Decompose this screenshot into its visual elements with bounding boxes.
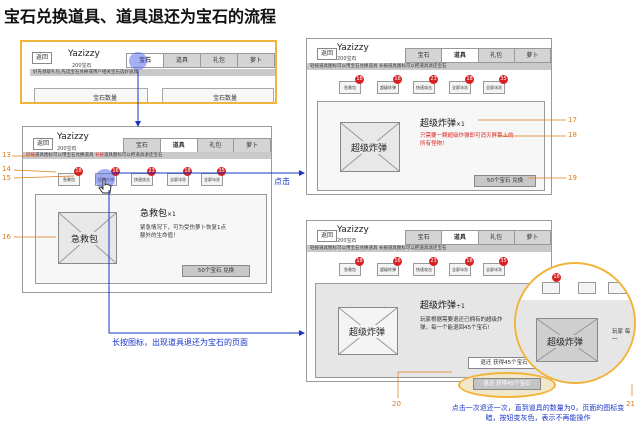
- arrow-long-press-to-refund: [108, 190, 305, 336]
- callout-line-14: [13, 169, 57, 173]
- callout-number: 15: [2, 174, 11, 182]
- flow-connectors: [12, 70, 633, 398]
- callout-line-15: [13, 175, 75, 179]
- tap-annotation: 点击: [274, 177, 290, 186]
- callout-number: 14: [2, 165, 11, 173]
- callout-number: 19: [568, 174, 577, 182]
- callout-number: 20: [392, 400, 401, 408]
- callout-number: 16: [2, 233, 11, 241]
- long-press-annotation: 长按图标，出现道具退还为宝石的页面: [112, 338, 248, 347]
- callout-number: 17: [568, 116, 577, 124]
- callout-number: 13: [2, 151, 11, 159]
- final-state-note: 点击一次退还一次，直到道具的数量为0，页面的图标变暗，按钮变灰色，表示不再能操作: [451, 404, 625, 422]
- callout-number: 18: [568, 131, 577, 139]
